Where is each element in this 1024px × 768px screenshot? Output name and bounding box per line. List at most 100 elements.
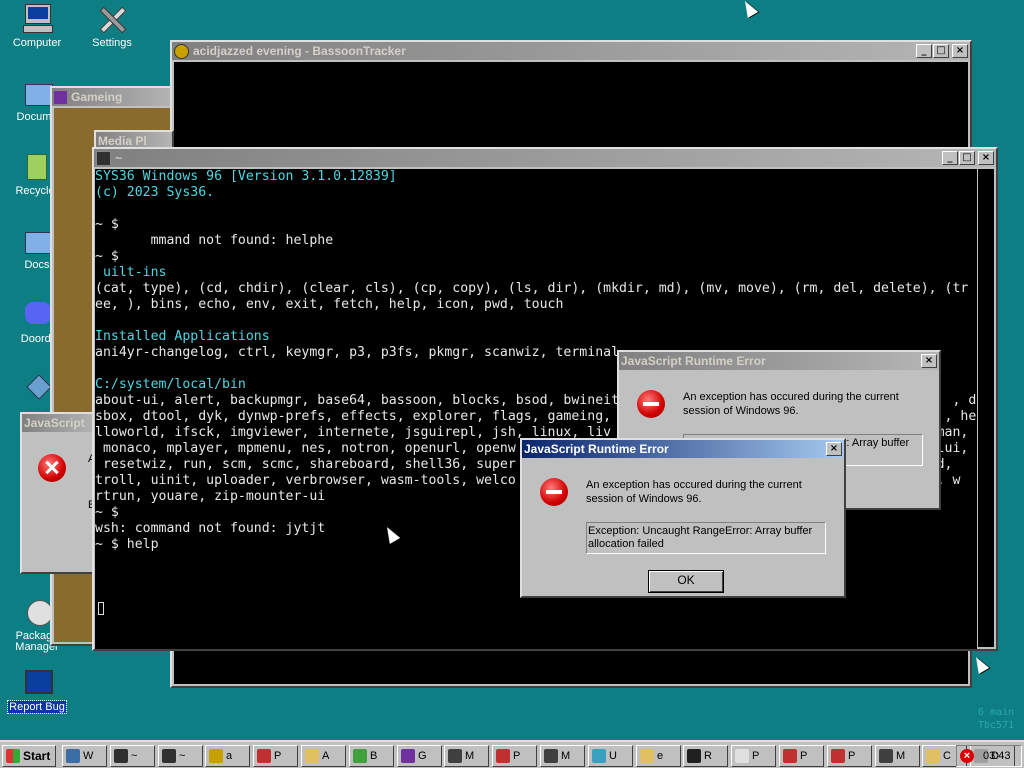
- desktop-icon-label: Computer: [12, 37, 62, 49]
- close-button[interactable]: ×: [921, 354, 937, 368]
- terminal-cursor: [98, 602, 104, 615]
- minimize-button[interactable]: _: [942, 151, 958, 165]
- gameing-titlebar[interactable]: Gameing: [52, 88, 174, 106]
- desktop-corner-text: 6 main Tbc571: [978, 706, 1014, 732]
- error-dialog-titlebar[interactable]: JavaScript Runtime Error ×: [619, 352, 939, 370]
- taskbar-item-label: ~: [131, 750, 138, 762]
- taskbar-item[interactable]: ~: [158, 745, 203, 767]
- terminal-scrollbar[interactable]: [978, 169, 994, 647]
- small-error-window[interactable]: JavaScript A E: [20, 412, 98, 574]
- taskbar-item[interactable]: W: [62, 745, 107, 767]
- error-icon: [540, 478, 568, 506]
- taskbar-item-label: P: [513, 750, 521, 762]
- ok-button[interactable]: OK: [648, 570, 724, 593]
- desktop-icon-label: Settings: [92, 37, 132, 49]
- discord-icon: [21, 300, 53, 330]
- start-button[interactable]: Start: [2, 745, 56, 767]
- taskbar-item[interactable]: B: [349, 745, 394, 767]
- taskbar-item[interactable]: P: [779, 745, 824, 767]
- window-title: JavaScript: [24, 416, 85, 430]
- error-dialog-titlebar[interactable]: JavaScript Runtime Error ×: [522, 440, 844, 458]
- system-tray: × 03:43: [956, 745, 1022, 767]
- maximize-button[interactable]: □: [959, 151, 975, 165]
- close-button[interactable]: ×: [826, 442, 842, 456]
- terminal-line: ee, ), bins, echo, env, exit, fetch, hel…: [95, 297, 564, 312]
- taskbar-app-icon: [831, 749, 845, 763]
- taskbar-item[interactable]: P: [731, 745, 776, 767]
- taskbar: Start W ~ ~ a P A B G M P M Ue R P P P M C D × 03:43: [0, 740, 1024, 768]
- taskbar-app-icon: [162, 749, 176, 763]
- taskbar-app-icon: [879, 749, 893, 763]
- package-cd-icon: [21, 598, 53, 628]
- taskbar-item[interactable]: M: [875, 745, 920, 767]
- error-icon: [38, 454, 66, 482]
- terminal-line: Installed Applications: [95, 329, 270, 344]
- taskbar-item[interactable]: a: [205, 745, 250, 767]
- close-button[interactable]: ×: [978, 151, 994, 165]
- bassoon-app-icon: [174, 43, 189, 59]
- desktop-icon-label: Docs: [24, 259, 50, 271]
- taskbar-app-icon: [448, 749, 462, 763]
- error-tray-icon[interactable]: ×: [960, 749, 974, 763]
- taskbar-item[interactable]: P: [492, 745, 537, 767]
- desktop-icon-report-bug[interactable]: Report Bug: [2, 668, 72, 714]
- folder-icon: [21, 226, 53, 256]
- desktop-icon-label: Report Bug: [7, 700, 67, 714]
- window-title: JavaScript Runtime Error: [524, 442, 669, 456]
- taskbar-item[interactable]: P: [253, 745, 298, 767]
- js-error-dialog-front[interactable]: JavaScript Runtime Error × An exception …: [520, 438, 846, 598]
- taskbar-app-icon: [544, 749, 558, 763]
- corner-text-line: 6 main: [978, 707, 1015, 718]
- app-icon: [21, 374, 53, 404]
- taskbar-item[interactable]: A: [301, 745, 346, 767]
- taskbar-item[interactable]: U: [588, 745, 633, 767]
- taskbar-item[interactable]: M: [540, 745, 585, 767]
- taskbar-item-label: ~: [179, 750, 186, 762]
- small-error-titlebar[interactable]: JavaScript: [22, 414, 96, 432]
- terminal-app-icon: [96, 150, 111, 166]
- recycle-bin-icon: [19, 152, 51, 182]
- taskbar-item[interactable]: ~: [110, 745, 155, 767]
- close-button[interactable]: ×: [952, 44, 968, 58]
- window-title: Gameing: [71, 90, 123, 104]
- bassoontracker-titlebar[interactable]: acidjazzed evening - BassoonTracker _ □ …: [172, 42, 970, 60]
- taskbar-item-label: M: [896, 750, 906, 762]
- clock: 03:43: [983, 750, 1011, 762]
- taskbar-app-icon: [592, 749, 606, 763]
- window-title: acidjazzed evening - BassoonTracker: [193, 44, 406, 58]
- taskbar-item[interactable]: G: [397, 745, 442, 767]
- terminal-line: (c) 2023 Sys36.: [95, 185, 215, 200]
- taskbar-app-icon: [66, 749, 80, 763]
- taskbar-item-label: G: [418, 750, 427, 762]
- taskbar-item[interactable]: R: [683, 745, 728, 767]
- terminal-line: mmand not found: helphe: [95, 233, 334, 248]
- mouse-pointer: [970, 654, 990, 674]
- taskbar-item-label: e: [657, 750, 664, 762]
- taskbar-app-icon: [114, 749, 128, 763]
- desktop-icon-settings[interactable]: Settings: [77, 4, 147, 49]
- taskbar-item[interactable]: e: [636, 745, 681, 767]
- minimize-button[interactable]: _: [916, 44, 932, 58]
- taskbar-item-label: a: [226, 750, 233, 762]
- terminal-titlebar[interactable]: ~ _ □ ×: [94, 149, 996, 167]
- taskbar-item[interactable]: P: [827, 745, 872, 767]
- folder-icon: [21, 78, 53, 108]
- error-detail: Exception: Uncaught RangeError: Array bu…: [586, 522, 826, 554]
- taskbar-item-label: U: [609, 750, 617, 762]
- window-title: Media Pl: [98, 134, 147, 148]
- terminal-line: uilt-ins: [95, 265, 167, 280]
- windows-logo-icon: [6, 749, 20, 763]
- taskbar-app-icon: [305, 749, 319, 763]
- taskbar-item-label: P: [848, 750, 856, 762]
- maximize-button[interactable]: □: [933, 44, 949, 58]
- taskbar-item-label: R: [704, 750, 712, 762]
- taskbar-item[interactable]: M: [444, 745, 489, 767]
- terminal-line: SYS36 Windows 96 [Version 3.1.0.12839]: [95, 169, 397, 184]
- taskbar-app-icon: [209, 749, 223, 763]
- monitor-icon: [21, 668, 53, 698]
- taskbar-app-icon: [257, 749, 271, 763]
- taskbar-item-label: P: [274, 750, 282, 762]
- desktop-icon-computer[interactable]: Computer: [2, 4, 72, 49]
- taskbar-item-label: C: [943, 750, 951, 762]
